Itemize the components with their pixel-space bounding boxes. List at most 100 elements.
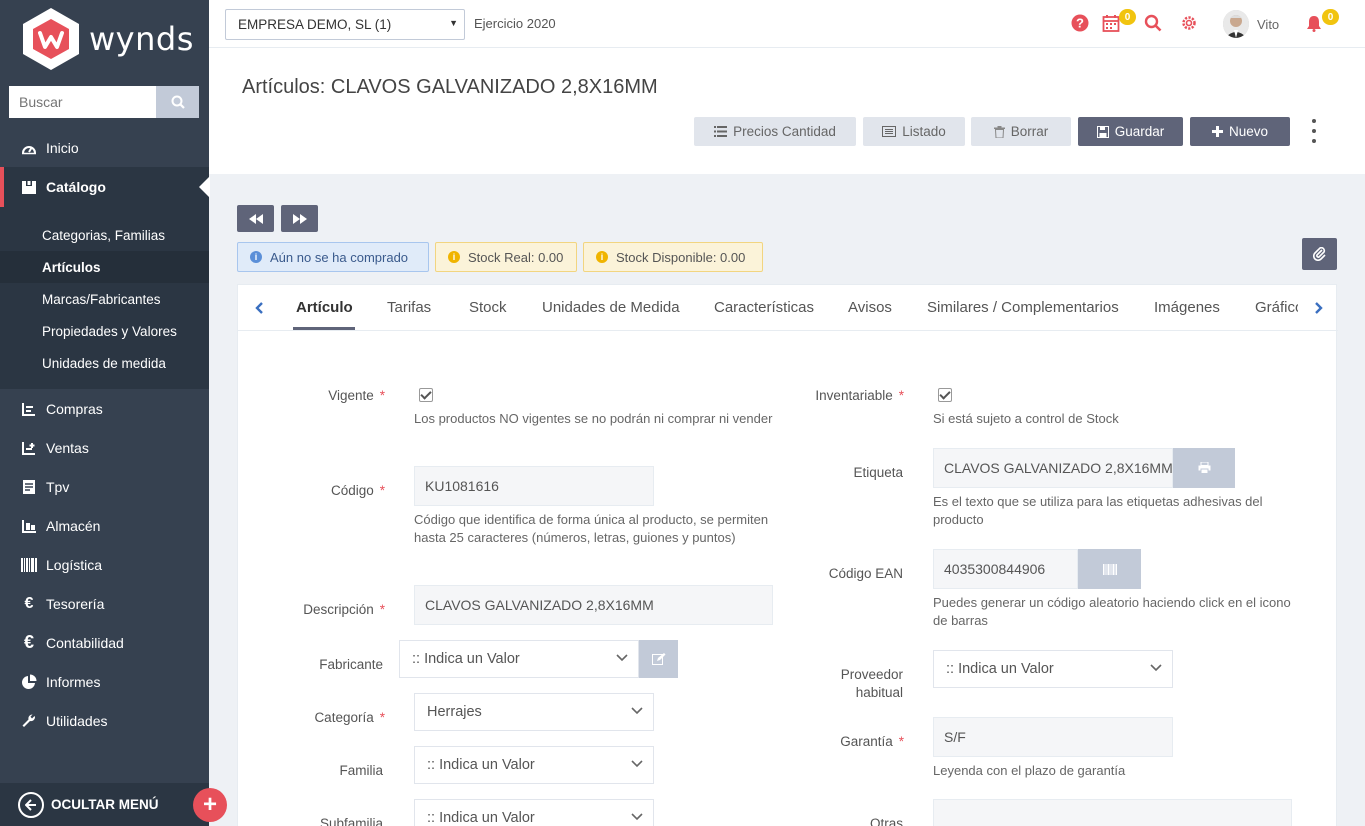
submenu-item-articulos[interactable]: Artículos: [0, 251, 209, 283]
paperclip-icon: [1312, 247, 1326, 261]
brand-logo[interactable]: wynds: [0, 0, 209, 78]
nuevo-button[interactable]: Nuevo: [1190, 117, 1290, 146]
familia-select[interactable]: :: Indica un Valor: [414, 746, 654, 784]
purchase-status-text: Aún no se ha comprado: [270, 249, 409, 265]
otras-textarea[interactable]: [933, 799, 1292, 826]
sidebar-item-catalogo[interactable]: Catálogo: [0, 167, 210, 207]
edit-fabricante-button[interactable]: [639, 640, 678, 678]
article-form-card: Artículo Tarifas Stock Unidades de Medid…: [237, 284, 1338, 826]
trash-icon: [993, 125, 1005, 138]
user-name[interactable]: Vito: [1257, 17, 1279, 32]
attachments-button[interactable]: [1302, 238, 1337, 270]
submenu-item-unidades[interactable]: Unidades de medida: [0, 347, 209, 379]
ean-help: Puedes generar un código aleatorio hacie…: [933, 595, 1291, 628]
submenu-item-categorias[interactable]: Categorias, Familias: [0, 219, 209, 251]
sidebar-item-tesoreria[interactable]: € Tesorería: [0, 584, 209, 623]
user-photo-icon: [1223, 10, 1249, 38]
previous-record-button[interactable]: [237, 205, 274, 232]
more-options-icon[interactable]: [1310, 119, 1318, 143]
active-tab-indicator: [293, 327, 355, 330]
help-button[interactable]: ?: [1069, 12, 1091, 34]
vigente-checkbox[interactable]: [419, 388, 433, 402]
article-tabs: Artículo Tarifas Stock Unidades de Medid…: [238, 285, 1338, 331]
fabricante-select[interactable]: :: Indica un Valor: [399, 640, 639, 678]
caret-down-icon: ▼: [449, 18, 458, 28]
proveedor-label: Proveedor habitual: [840, 667, 903, 700]
categoria-label: Categoría *: [314, 710, 385, 725]
generate-barcode-button[interactable]: [1078, 549, 1141, 589]
chevron-left-icon[interactable]: [255, 301, 265, 315]
descripcion-input[interactable]: CLAVOS GALVANIZADO 2,8X16MM: [414, 585, 773, 625]
submenu-item-marcas[interactable]: Marcas/Fabricantes: [0, 283, 209, 315]
fabricante-select-value: :: Indica un Valor: [412, 651, 520, 667]
chevron-right-icon[interactable]: [1313, 301, 1323, 315]
sidebar-item-tpv[interactable]: Tpv: [0, 467, 209, 506]
plus-icon: [1211, 126, 1223, 137]
tab-graficos[interactable]: Gráficos: [1255, 299, 1298, 316]
tab-avisos[interactable]: Avisos: [848, 299, 892, 316]
barcode-icon: [20, 556, 38, 574]
ean-label: Código EAN: [828, 566, 903, 581]
add-floating-button[interactable]: +: [193, 788, 227, 822]
pie-chart-icon: [20, 673, 38, 691]
sidebar-item-ventas[interactable]: Ventas: [0, 428, 209, 467]
settings-button[interactable]: [1178, 12, 1200, 34]
tab-tarifas[interactable]: Tarifas: [387, 299, 431, 316]
sidebar-item-compras[interactable]: Compras: [0, 389, 209, 428]
tab-stock[interactable]: Stock: [469, 299, 507, 316]
otras-label: Otras: [869, 816, 903, 826]
sidebar-item-contabilidad[interactable]: € Contabilidad: [0, 623, 209, 662]
proveedor-select[interactable]: :: Indica un Valor: [933, 650, 1173, 688]
etiqueta-input[interactable]: CLAVOS GALVANIZADO 2,8X16MM: [933, 448, 1173, 488]
next-record-button[interactable]: [281, 205, 318, 232]
calendar-button[interactable]: 0: [1100, 9, 1136, 34]
tab-unidades[interactable]: Unidades de Medida: [542, 299, 680, 316]
sidebar-search-input[interactable]: [9, 86, 156, 118]
arrow-left-circle-icon: [18, 791, 44, 818]
stock-real-badge: i Stock Real: 0.00: [435, 242, 577, 272]
familia-select-value: :: Indica un Valor: [427, 757, 535, 773]
chevron-down-icon: [1150, 664, 1162, 672]
inventariable-label: Inventariable *: [815, 388, 904, 403]
search-button[interactable]: [156, 86, 199, 118]
hide-menu-button[interactable]: OCULTAR MENÚ: [0, 783, 209, 826]
garantia-input[interactable]: S/F: [933, 717, 1173, 757]
company-select[interactable]: EMPRESA DEMO, SL (1) ▼: [225, 9, 465, 40]
sidebar-item-utilidades[interactable]: Utilidades: [0, 701, 209, 740]
notifications-button[interactable]: 0: [1303, 9, 1339, 34]
fabricante-label: Fabricante: [319, 657, 383, 672]
sidebar-item-logistica[interactable]: Logística: [0, 545, 209, 584]
ean-input[interactable]: 4035300844906: [933, 549, 1078, 589]
tab-imagenes[interactable]: Imágenes: [1154, 299, 1220, 316]
sidebar-item-label: Utilidades: [46, 712, 108, 729]
avatar[interactable]: [1223, 10, 1249, 38]
page-title: Artículos: CLAVOS GALVANIZADO 2,8X16MM: [242, 76, 658, 98]
tab-caracteristicas[interactable]: Características: [714, 299, 814, 316]
inventariable-checkbox[interactable]: [938, 388, 952, 402]
listado-label: Listado: [902, 124, 946, 139]
sidebar-item-inicio[interactable]: Inicio: [0, 128, 209, 167]
top-search-button[interactable]: [1142, 12, 1164, 34]
sidebar-item-almacen[interactable]: Almacén: [0, 506, 209, 545]
borrar-button[interactable]: Borrar: [971, 117, 1071, 146]
categoria-select[interactable]: Herrajes: [414, 693, 654, 731]
codigo-label: Código *: [330, 483, 385, 498]
subfamilia-label: Subfamilia: [319, 816, 383, 826]
submenu-item-propiedades[interactable]: Propiedades y Valores: [0, 315, 209, 347]
print-label-button[interactable]: [1173, 448, 1235, 488]
listado-button[interactable]: Listado: [863, 117, 965, 146]
precios-cantidad-button[interactable]: Precios Cantidad: [694, 117, 856, 146]
fast-forward-icon: [292, 213, 307, 224]
tab-similares[interactable]: Similares / Complementarios: [927, 299, 1119, 316]
euro-icon: €: [24, 594, 34, 612]
precios-cantidad-label: Precios Cantidad: [733, 124, 836, 139]
sidebar-item-label: Compras: [46, 400, 103, 417]
sidebar-item-informes[interactable]: Informes: [0, 662, 209, 701]
subfamilia-select[interactable]: :: Indica un Valor: [414, 799, 654, 826]
codigo-input[interactable]: KU1081616: [414, 466, 654, 506]
sidebar-search: [9, 86, 199, 118]
calendar-badge: 0: [1119, 9, 1136, 25]
guardar-button[interactable]: Guardar: [1078, 117, 1183, 146]
subfamilia-select-value: :: Indica un Valor: [427, 810, 535, 826]
tab-articulo[interactable]: Artículo: [296, 299, 353, 316]
